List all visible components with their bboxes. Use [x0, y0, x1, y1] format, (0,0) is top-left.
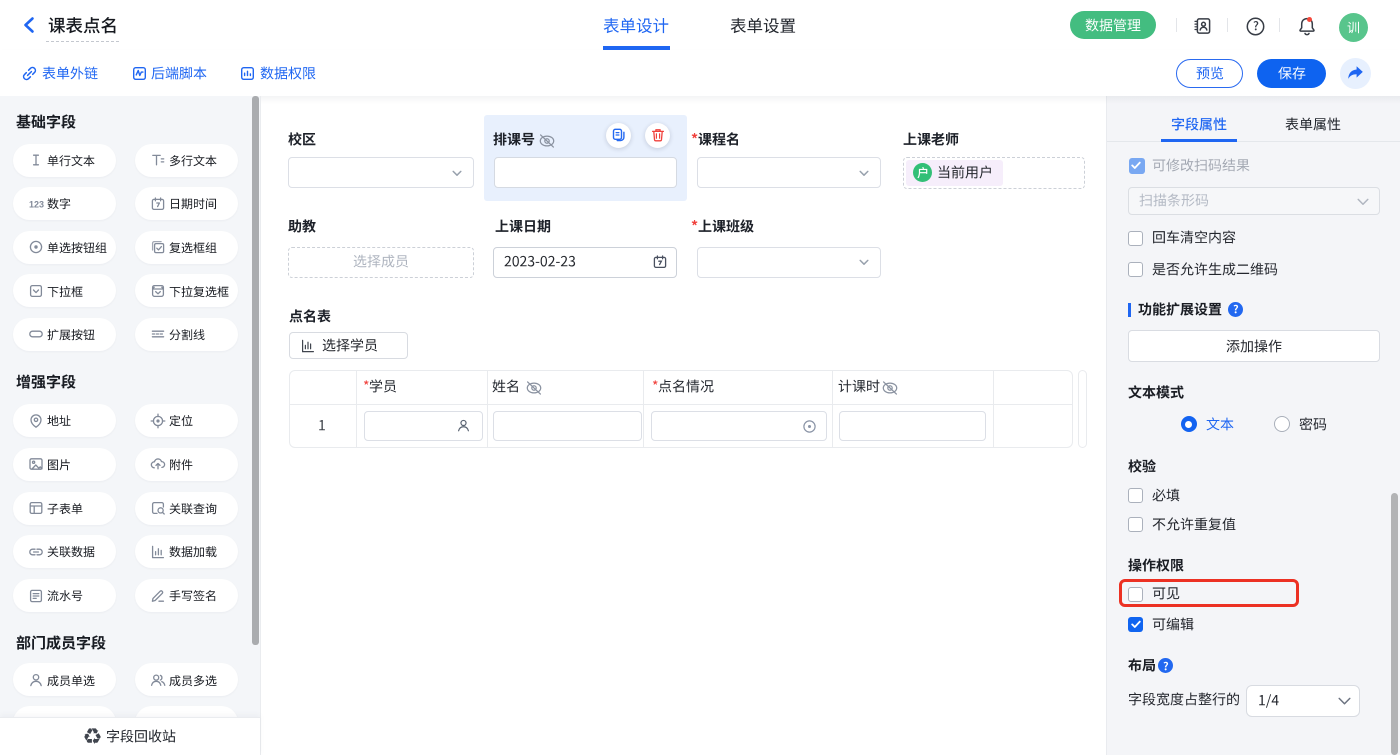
svg-text:123: 123: [29, 199, 44, 209]
